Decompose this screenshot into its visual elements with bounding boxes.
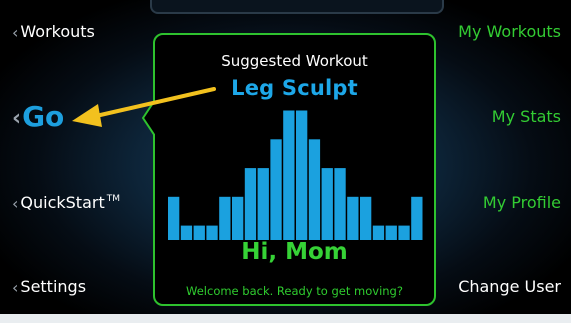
chart-bar [372,225,385,240]
card-title: Suggested Workout [221,52,368,70]
nav-my-stats[interactable]: My Stats [492,107,561,126]
trademark-mark: TM [106,194,120,204]
card-pointer [142,100,158,136]
chevron-left-icon: ‹ [12,105,22,131]
top-bar [150,0,444,14]
chart-bar [398,225,410,240]
chevron-left-icon: ‹ [12,278,19,297]
welcome-message: Welcome back. Ready to get moving? [186,284,403,298]
chart-bar [283,110,295,240]
workout-name: Leg Sculpt [231,76,358,100]
nav-workouts[interactable]: ‹ Workouts [12,22,95,42]
chart-bar [385,225,397,240]
greeting: Hi, Mom [241,239,348,265]
chart-bar [219,196,231,240]
chart-bar [244,168,257,240]
chart-bar [308,139,321,240]
nav-workouts-label: Workouts [20,22,95,41]
chart-bar [193,225,205,240]
chart-bar [206,225,218,240]
chart-bar [180,225,193,240]
nav-go[interactable]: ‹Go [12,100,64,133]
chevron-left-icon: ‹ [12,194,19,213]
chart-bar [321,168,333,240]
chart-bar [347,196,359,240]
chart-bar [257,168,269,240]
nav-quickstart-label: QuickStart [20,193,105,212]
workout-intensity-chart [168,110,423,240]
chart-bar [334,168,346,240]
nav-settings-label: Settings [20,277,87,296]
nav-settings[interactable]: ‹ Settings [12,277,86,297]
chart-bar [360,196,372,240]
chart-bar [411,196,423,240]
chevron-left-icon: ‹ [12,23,19,42]
nav-change-user[interactable]: Change User [458,277,561,296]
bottom-strip [0,314,571,323]
chart-bar [296,110,308,240]
nav-go-label: Go [22,100,65,133]
chart-bar [270,139,282,240]
nav-my-profile[interactable]: My Profile [483,193,561,212]
chart-bar [232,196,244,240]
chart-bar [168,196,180,240]
nav-quickstart[interactable]: ‹ QuickStart TM [12,193,120,213]
nav-my-workouts[interactable]: My Workouts [458,22,561,41]
